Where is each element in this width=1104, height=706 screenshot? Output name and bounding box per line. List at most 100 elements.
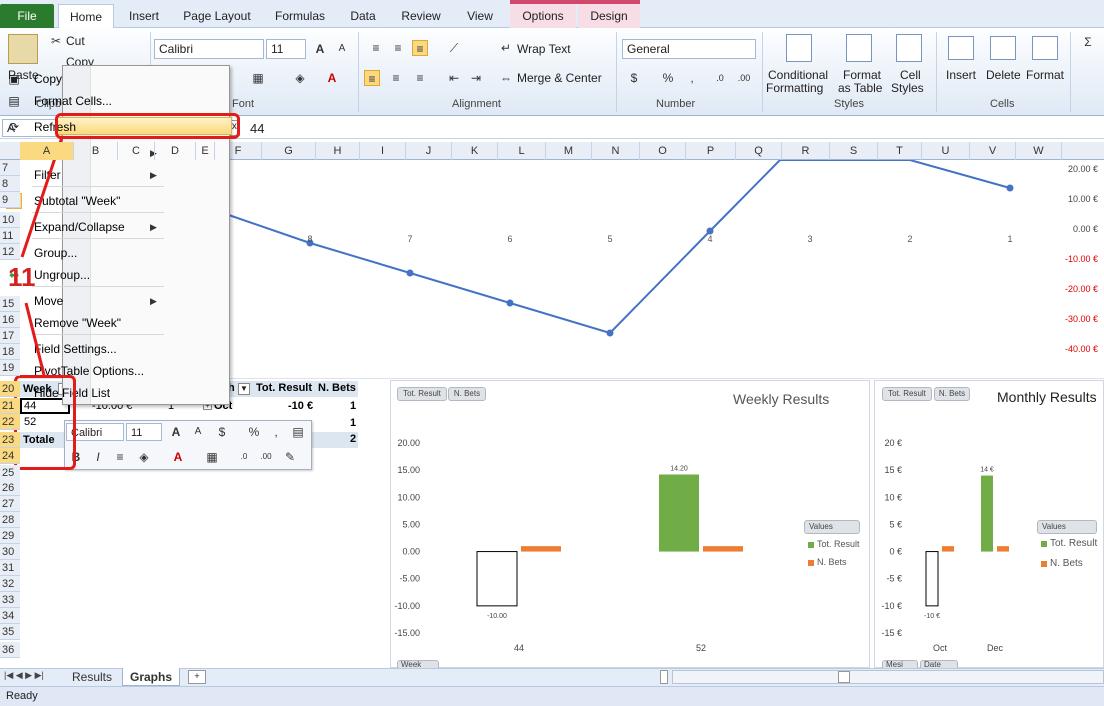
row-header-35[interactable]: 35 <box>0 624 20 640</box>
sheet-nav-arrows-icon[interactable]: |◀ ◀ ▶ ▶| <box>4 670 44 681</box>
row-header-21[interactable]: 21 <box>0 398 20 414</box>
row-header-26[interactable]: 26 <box>0 480 20 496</box>
shrink-font-icon[interactable]: A <box>190 424 206 440</box>
font-size-combo[interactable]: 11 <box>266 39 306 59</box>
row-header-9[interactable]: 9 <box>0 192 20 208</box>
row-header-28[interactable]: 28 <box>0 512 20 528</box>
filter-dropdown-icon[interactable]: ▼ <box>238 383 250 395</box>
tab-view[interactable]: View <box>456 4 504 28</box>
column-header-t[interactable]: T <box>878 142 922 160</box>
row-header-11[interactable]: 11 <box>0 228 20 244</box>
row-header-29[interactable]: 29 <box>0 528 20 544</box>
conditional-formatting-label-1[interactable]: Conditional <box>768 68 828 82</box>
fill-color-icon[interactable]: ◈ <box>136 449 152 465</box>
menu-item-copy[interactable]: Copy <box>34 72 62 86</box>
horizontal-scrollbar[interactable] <box>672 670 1104 684</box>
percent-icon[interactable]: % <box>246 424 262 440</box>
percent-icon[interactable]: % <box>660 70 676 86</box>
row-header-10[interactable]: 10 <box>0 212 20 228</box>
clear-format-icon[interactable]: ✎ <box>282 449 298 465</box>
column-header-s[interactable]: S <box>830 142 878 160</box>
tab-file[interactable]: File <box>0 4 54 28</box>
column-header-f[interactable]: F <box>215 142 262 160</box>
increase-indent-icon[interactable]: ⇥ <box>468 70 484 86</box>
column-header-q[interactable]: Q <box>736 142 782 160</box>
cut-button[interactable]: Cut <box>66 34 85 48</box>
currency-icon[interactable]: $ <box>214 424 230 440</box>
row-header-24[interactable]: 24 <box>0 448 20 464</box>
font-color-icon[interactable]: A <box>170 449 186 465</box>
column-header-e[interactable]: E <box>196 142 215 160</box>
decrease-decimal-icon[interactable]: .00 <box>258 449 274 465</box>
line-point[interactable] <box>406 269 414 277</box>
tab-design[interactable]: Design <box>578 4 640 28</box>
line-point[interactable] <box>606 329 614 337</box>
comma-icon[interactable]: , <box>684 70 700 86</box>
row-header-17[interactable]: 17 <box>0 328 20 344</box>
autosum-icon[interactable]: Σ <box>1080 34 1096 50</box>
column-header-d[interactable]: D <box>155 142 196 160</box>
row-header-7[interactable]: 7 <box>0 160 20 176</box>
row-header-25[interactable]: 25 <box>0 465 20 481</box>
decrease-decimal-icon[interactable]: .00 <box>736 70 752 86</box>
decrease-indent-icon[interactable]: ⇤ <box>446 70 462 86</box>
borders-icon[interactable]: ▦ <box>250 70 266 86</box>
row-header-8[interactable]: 8 <box>0 176 20 192</box>
row-header-33[interactable]: 33 <box>0 592 20 608</box>
row-header-16[interactable]: 16 <box>0 312 20 328</box>
formula-input[interactable]: 44 <box>250 121 264 136</box>
bar-n-bets[interactable] <box>703 546 743 552</box>
align-bottom-icon[interactable]: ≡ <box>412 40 428 56</box>
tab-review[interactable]: Review <box>392 4 450 28</box>
cell-styles-label-1[interactable]: Cell <box>900 68 921 82</box>
grow-font-icon[interactable]: A <box>312 41 328 57</box>
font-name-combo[interactable]: Calibri <box>154 39 264 59</box>
orientation-icon[interactable]: ⟋ <box>446 40 462 56</box>
row-header-34[interactable]: 34 <box>0 608 20 624</box>
delete-button[interactable]: Delete <box>986 68 1021 82</box>
tab-formulas[interactable]: Formulas <box>264 4 336 28</box>
column-header-b[interactable]: B <box>74 142 118 160</box>
row-header-18[interactable]: 18 <box>0 344 20 360</box>
tab-insert[interactable]: Insert <box>118 4 170 28</box>
column-header-c[interactable]: C <box>118 142 155 160</box>
bar-tot-result[interactable] <box>476 551 518 607</box>
row-header-22[interactable]: 22 <box>0 414 20 430</box>
column-header-v[interactable]: V <box>970 142 1016 160</box>
column-header-h[interactable]: H <box>316 142 360 160</box>
borders-icon[interactable]: ▦ <box>204 449 220 465</box>
new-sheet-icon[interactable]: + <box>188 670 206 684</box>
menu-item-format-cells[interactable]: Format Cells... <box>34 94 112 108</box>
row-header-32[interactable]: 32 <box>0 576 20 592</box>
column-header-g[interactable]: G <box>262 142 316 160</box>
increase-decimal-icon[interactable]: .0 <box>236 449 252 465</box>
bar-tot-result[interactable] <box>981 475 993 552</box>
merge-center-button[interactable]: Merge & Center <box>517 71 602 85</box>
column-header-l[interactable]: L <box>498 142 546 160</box>
sheet-tab-graphs[interactable]: Graphs <box>122 668 180 686</box>
scroll-thumb[interactable] <box>838 671 850 683</box>
align-middle-icon[interactable]: ≡ <box>390 40 406 56</box>
mini-font-size[interactable]: 11 <box>126 423 162 441</box>
wrap-text-button[interactable]: Wrap Text <box>517 42 571 56</box>
bar-n-bets[interactable] <box>997 546 1009 552</box>
tab-home[interactable]: Home <box>58 4 114 28</box>
align-top-icon[interactable]: ≡ <box>368 40 384 56</box>
split-handle[interactable] <box>660 670 668 684</box>
tab-data[interactable]: Data <box>340 4 386 28</box>
conditional-formatting-label-2[interactable]: Formatting <box>766 81 823 95</box>
row-header-15[interactable]: 15 <box>0 296 20 312</box>
align-right-icon[interactable]: ≡ <box>412 70 428 86</box>
format-button[interactable]: Format <box>1026 68 1064 82</box>
column-header-u[interactable]: U <box>922 142 970 160</box>
row-header-20[interactable]: 20 <box>0 381 20 397</box>
column-header-m[interactable]: M <box>546 142 592 160</box>
column-header-i[interactable]: I <box>360 142 406 160</box>
column-header-o[interactable]: O <box>640 142 686 160</box>
line-point[interactable] <box>1006 184 1014 192</box>
italic-icon[interactable]: I <box>90 449 106 465</box>
insert-button[interactable]: Insert <box>946 68 976 82</box>
align-left-icon[interactable]: ≡ <box>364 70 380 86</box>
bar-tot-result[interactable] <box>659 474 699 552</box>
currency-icon[interactable]: $ <box>626 70 642 86</box>
